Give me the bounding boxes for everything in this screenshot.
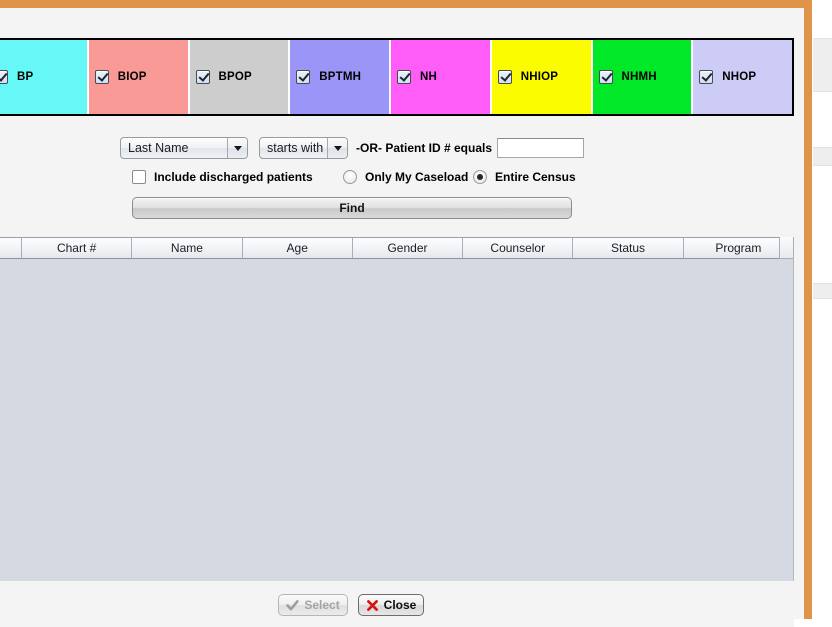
table-header-age[interactable]: Age	[242, 238, 353, 258]
dialog-content: BP BIOP BPOP BPTMH NH NHIOP NHMH NHOP Last Name…	[0, 8, 804, 627]
checkbox-checked-icon[interactable]	[497, 70, 512, 84]
find-button[interactable]: Find	[132, 197, 572, 219]
close-button[interactable]: Close	[358, 594, 424, 616]
table-header-chart[interactable]: Chart #	[22, 238, 133, 258]
select-button-label: Select	[304, 598, 340, 612]
entire-census-radio[interactable]: Entire Census	[473, 170, 576, 184]
program-filter-nh[interactable]: NH	[391, 40, 492, 114]
checkbox-checked-icon[interactable]	[0, 70, 8, 84]
table-body[interactable]	[0, 259, 794, 581]
search-field-select-value: Last Name	[128, 141, 189, 155]
program-filter-label: BP	[17, 71, 34, 83]
patient-lookup-dialog: BP BIOP BPOP BPTMH NH NHIOP NHMH NHOP Last Name…	[0, 0, 812, 627]
program-filter-bp[interactable]: BP	[0, 40, 89, 114]
results-table: Chart # Name Age Gender Counselor Status Progr…	[0, 237, 794, 582]
patient-id-input[interactable]	[497, 138, 584, 158]
search-options-row: Include discharged patients Only My Case…	[0, 170, 794, 190]
program-filter-nhmh[interactable]: NHMH	[592, 40, 694, 114]
checkbox-checked-icon[interactable]	[296, 70, 311, 84]
checkmark-icon	[286, 599, 300, 612]
red-x-icon	[366, 599, 379, 612]
select-button[interactable]: Select	[278, 594, 348, 616]
background-strip	[813, 283, 832, 299]
only-my-caseload-radio[interactable]: Only My Caseload	[343, 170, 468, 184]
radio-selected-icon	[473, 170, 487, 184]
program-filter-bptmh[interactable]: BPTMH	[290, 40, 391, 114]
radio-icon	[343, 170, 357, 184]
only-my-caseload-label: Only My Caseload	[365, 170, 469, 184]
checkbox-checked-icon[interactable]	[699, 70, 714, 84]
program-filter-label: NHMH	[621, 71, 657, 83]
search-operator-select[interactable]: starts with	[259, 137, 348, 159]
chevron-down-icon[interactable]	[227, 138, 247, 158]
background-strip	[813, 147, 832, 166]
program-filter-nhop[interactable]: NHOP	[693, 40, 792, 114]
table-header-name[interactable]: Name	[132, 238, 243, 258]
table-header-gender[interactable]: Gender	[352, 238, 464, 258]
checkbox-checked-icon[interactable]	[397, 70, 411, 84]
program-filter-nhiop[interactable]: NHIOP	[491, 40, 593, 114]
program-filter-biop[interactable]: BIOP	[88, 40, 190, 114]
close-button-label: Close	[383, 598, 417, 612]
program-filter-bpop[interactable]: BPOP	[189, 40, 291, 114]
program-filter-label: NHIOP	[520, 71, 559, 83]
chevron-down-icon[interactable]	[327, 138, 347, 158]
program-filter-label: NHOP	[722, 71, 757, 83]
patient-id-label: -OR- Patient ID # equals	[356, 141, 493, 155]
checkbox-icon	[132, 170, 146, 184]
table-header-program[interactable]: Program	[683, 238, 794, 258]
search-criteria-row: Last Name starts with -OR- Patient ID # …	[0, 137, 794, 161]
include-discharged-label: Include discharged patients	[154, 170, 313, 184]
program-filter-label: BPTMH	[319, 71, 362, 83]
program-filter-panel: BP BIOP BPOP BPTMH NH NHIOP NHMH NHOP	[0, 38, 794, 116]
table-header-row: Chart # Name Age Gender Counselor Status Progr…	[0, 237, 794, 259]
checkbox-checked-icon[interactable]	[598, 70, 613, 84]
table-header-status[interactable]: Status	[573, 238, 684, 258]
search-field-select[interactable]: Last Name	[120, 137, 248, 159]
include-discharged-checkbox[interactable]: Include discharged patients	[132, 170, 313, 184]
table-header-counselor[interactable]: Counselor	[463, 238, 574, 258]
program-filter-label: NH	[420, 71, 438, 83]
search-operator-select-value: starts with	[267, 141, 324, 155]
dialog-footer: Select Close	[0, 582, 794, 627]
checkbox-checked-icon[interactable]	[195, 70, 210, 84]
entire-census-label: Entire Census	[495, 170, 576, 184]
background-strip	[813, 38, 832, 92]
checkbox-checked-icon[interactable]	[94, 70, 109, 84]
program-filter-label: BPOP	[218, 71, 252, 83]
program-filter-label: BIOP	[117, 71, 147, 83]
table-header-blank[interactable]	[0, 238, 22, 258]
vertical-scrollbar[interactable]	[779, 237, 794, 259]
